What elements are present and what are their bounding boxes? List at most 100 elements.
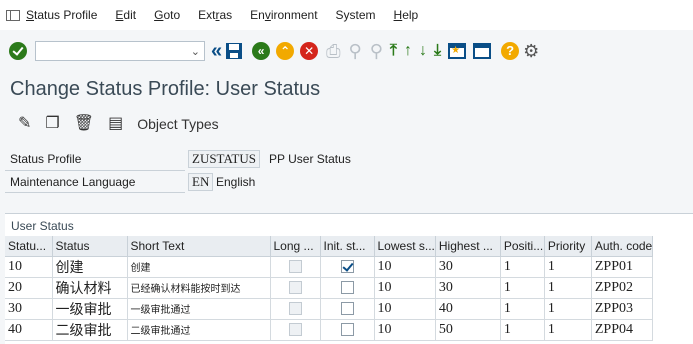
- long-text-cell: [270, 256, 321, 278]
- shortcut-icon[interactable]: [473, 42, 492, 59]
- lowest-status-cell[interactable]: 10: [374, 298, 436, 320]
- back-double-icon[interactable]: «: [211, 41, 222, 61]
- first-page-icon[interactable]: ⤒: [390, 42, 397, 60]
- help-icon[interactable]: ?: [501, 41, 520, 60]
- long-text-cell: [270, 298, 321, 320]
- menu-environment[interactable]: Environment: [250, 8, 317, 22]
- init-status-cell[interactable]: [320, 256, 375, 278]
- highest-status-cell[interactable]: 30: [435, 277, 501, 299]
- short-text-cell[interactable]: 创建: [127, 256, 271, 278]
- status-cell[interactable]: 创建: [52, 256, 128, 278]
- maintenance-language-field[interactable]: EN: [188, 173, 214, 191]
- lowest-status-cell[interactable]: 10: [374, 319, 436, 341]
- copy-icon[interactable]: ❐: [45, 116, 59, 132]
- next-page-icon[interactable]: ↓: [419, 42, 427, 60]
- menu-goto[interactable]: Goto: [154, 8, 180, 22]
- status-profile-desc: PP User Status: [269, 152, 351, 166]
- menu-system[interactable]: System: [336, 8, 376, 22]
- col-position[interactable]: Positi...: [500, 236, 545, 257]
- col-short-text[interactable]: Short Text: [127, 236, 271, 257]
- find-icon: ⚲: [348, 40, 362, 61]
- lowest-status-cell[interactable]: 10: [374, 277, 436, 299]
- standard-toolbar: ⌄ « « ⌃ ✕ ⎙ ⚲ ⚲ ⤒ ↑ ↓ ⤓ ? ⚙: [0, 30, 693, 71]
- position-cell[interactable]: 1: [500, 277, 545, 299]
- priority-cell[interactable]: 1: [544, 298, 592, 320]
- init-status-checkbox[interactable]: [340, 280, 354, 294]
- short-text-cell[interactable]: 已经确认材料能按时到达: [127, 277, 271, 299]
- auth-code-cell[interactable]: ZPP02: [591, 277, 654, 299]
- status-cell[interactable]: 一级审批: [52, 298, 128, 320]
- status-profile-label: Status Profile: [10, 152, 82, 166]
- long-text-checkbox: [288, 301, 302, 315]
- table-row[interactable]: 30 一级审批 一级审批通过 10 40 1 1 ZPP03: [5, 298, 654, 320]
- create-session-icon[interactable]: [448, 42, 467, 59]
- system-menu-icon[interactable]: [6, 9, 20, 21]
- exit-icon[interactable]: ⌃: [276, 41, 295, 60]
- status-number-cell[interactable]: 20: [5, 277, 53, 299]
- last-page-icon[interactable]: ⤓: [434, 42, 441, 60]
- short-text-cell[interactable]: 二级审批通过: [127, 319, 271, 341]
- auth-code-cell[interactable]: ZPP01: [591, 256, 654, 278]
- customize-icon[interactable]: ⚙: [523, 42, 539, 60]
- enter-icon[interactable]: [9, 41, 27, 60]
- position-cell[interactable]: 1: [500, 256, 545, 278]
- col-priority[interactable]: Priority: [544, 236, 592, 257]
- command-field[interactable]: ⌄: [35, 40, 205, 61]
- table-row[interactable]: 40 二级审批 二级审批通过 10 50 1 1 ZPP04: [5, 319, 654, 341]
- col-auth-code[interactable]: Auth. code: [591, 236, 654, 257]
- user-status-table: Statu... Status Short Text Long ... Init…: [5, 236, 654, 341]
- chevron-down-icon[interactable]: ⌄: [191, 45, 200, 58]
- details-icon[interactable]: ▤: [108, 116, 123, 132]
- status-number-cell[interactable]: 10: [5, 256, 53, 278]
- highest-status-cell[interactable]: 50: [435, 319, 501, 341]
- col-highest-status[interactable]: Highest ...: [435, 236, 501, 257]
- menu-extras[interactable]: Extras: [198, 8, 232, 22]
- menu-edit[interactable]: Edit: [115, 8, 136, 22]
- init-status-cell[interactable]: [320, 298, 375, 320]
- priority-cell[interactable]: 1: [544, 277, 592, 299]
- delete-icon[interactable]: 🗑: [74, 116, 94, 132]
- table-row[interactable]: 20 确认材料 已经确认材料能按时到达 10 30 1 1 ZPP02: [5, 277, 654, 299]
- col-lowest-status[interactable]: Lowest s...: [374, 236, 436, 257]
- status-cell[interactable]: 二级审批: [52, 319, 128, 341]
- col-init-status[interactable]: Init. st...: [320, 236, 375, 257]
- position-cell[interactable]: 1: [500, 298, 545, 320]
- init-status-checkbox[interactable]: [340, 322, 354, 336]
- init-status-checkbox[interactable]: [340, 301, 354, 315]
- highest-status-cell[interactable]: 40: [435, 298, 501, 320]
- auth-code-cell[interactable]: ZPP04: [591, 319, 654, 341]
- user-status-table-panel: User Status Statu... Status Short Text L…: [5, 213, 693, 344]
- priority-cell[interactable]: 1: [544, 319, 592, 341]
- status-number-cell[interactable]: 40: [5, 319, 53, 341]
- status-cell[interactable]: 确认材料: [52, 277, 128, 299]
- col-long-text[interactable]: Long ...: [270, 236, 321, 257]
- table-title: User Status: [11, 219, 74, 233]
- page-title: Change Status Profile: User Status: [10, 78, 321, 100]
- status-number-cell[interactable]: 30: [5, 298, 53, 320]
- save-icon[interactable]: [226, 42, 243, 59]
- lowest-status-cell[interactable]: 10: [374, 256, 436, 278]
- object-types-button[interactable]: Object Types: [137, 116, 218, 132]
- col-status-number[interactable]: Statu...: [5, 236, 53, 257]
- display-change-icon[interactable]: ✎: [18, 116, 31, 132]
- short-text-cell[interactable]: 一级审批通过: [127, 298, 271, 320]
- init-status-checkbox[interactable]: [340, 259, 354, 273]
- long-text-cell: [270, 277, 321, 299]
- menu-help[interactable]: Help: [394, 8, 419, 22]
- status-profile-field[interactable]: ZUSTATUS: [188, 150, 260, 168]
- highest-status-cell[interactable]: 30: [435, 256, 501, 278]
- auth-code-cell[interactable]: ZPP03: [591, 298, 654, 320]
- previous-page-icon[interactable]: ↑: [404, 42, 412, 60]
- cancel-icon[interactable]: ✕: [300, 41, 319, 60]
- menu-status-profile[interactable]: Status Profile: [26, 8, 97, 22]
- col-status[interactable]: Status: [52, 236, 128, 257]
- table-row[interactable]: 10 创建 创建 10 30 1 1 ZPP01: [5, 256, 654, 278]
- back-icon[interactable]: «: [252, 41, 271, 60]
- find-next-icon: ⚲: [369, 40, 383, 61]
- init-status-cell[interactable]: [320, 277, 375, 299]
- status-profile-row: Status Profile ZUSTATUS PP User Status: [0, 149, 693, 169]
- long-text-checkbox: [288, 259, 302, 273]
- priority-cell[interactable]: 1: [544, 256, 592, 278]
- init-status-cell[interactable]: [320, 319, 375, 341]
- position-cell[interactable]: 1: [500, 319, 545, 341]
